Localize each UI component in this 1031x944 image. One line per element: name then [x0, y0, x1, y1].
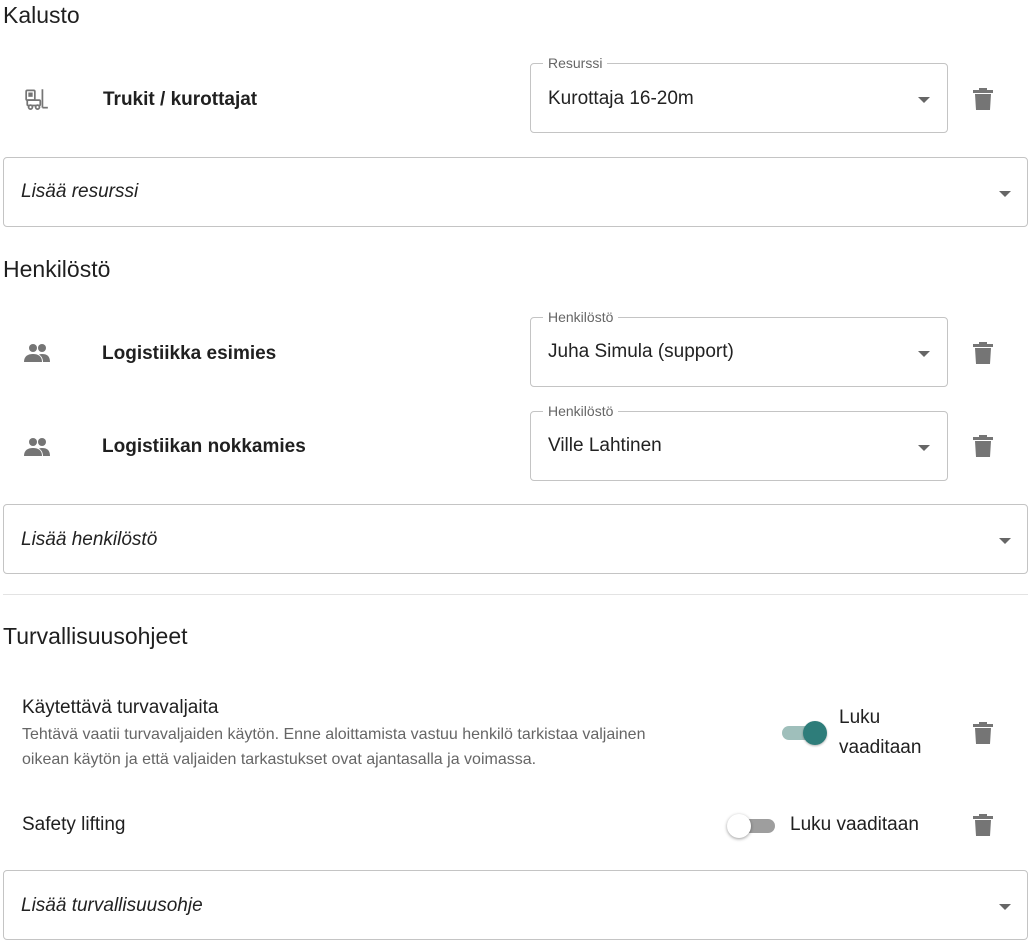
toggle-label: Luku vaaditaan [839, 703, 921, 763]
forklift-icon [24, 86, 50, 112]
section-title-equipment: Kalusto [3, 2, 80, 28]
chevron-down-icon [918, 445, 930, 451]
chevron-down-icon [999, 904, 1011, 910]
add-personnel-select[interactable]: Lisää henkilöstö [3, 504, 1028, 574]
chevron-down-icon [999, 191, 1011, 197]
section-title-personnel: Henkilöstö [3, 256, 111, 282]
read-required-toggle[interactable] [782, 720, 830, 746]
toggle-label-line: vaaditaan [839, 737, 922, 758]
toggle-label: Luku vaaditaan [790, 814, 919, 835]
read-required-toggle[interactable] [727, 814, 777, 840]
add-resource-select[interactable]: Lisää resurssi [3, 157, 1028, 227]
personnel-select[interactable]: Henkilöstö Juha Simula (support) [530, 309, 948, 387]
resource-select-value: Kurottaja 16-20m [548, 88, 694, 109]
delete-icon[interactable] [973, 722, 993, 744]
delete-icon[interactable] [973, 342, 993, 364]
personnel-select[interactable]: Henkilöstö Ville Lahtinen [530, 403, 948, 481]
personnel-row-label: Logistiikan nokkamies [102, 436, 306, 457]
add-personnel-placeholder: Lisää henkilöstö [21, 529, 158, 550]
personnel-select-value: Juha Simula (support) [548, 341, 734, 362]
personnel-select-value: Ville Lahtinen [548, 435, 662, 456]
delete-icon[interactable] [973, 814, 993, 836]
toggle-thumb [803, 721, 827, 745]
toggle-label-line: Luku [839, 707, 881, 728]
group-icon [23, 343, 51, 363]
delete-icon[interactable] [973, 88, 993, 110]
personnel-select-legend: Henkilöstö [543, 403, 619, 419]
personnel-select-legend: Henkilöstö [543, 309, 619, 325]
toggle-thumb [727, 814, 751, 838]
safety-item-title: Käytettävä turvavaljaita [22, 697, 219, 718]
delete-icon[interactable] [973, 435, 993, 457]
safety-description-line: Tehtävä vaatii turvavaljaiden käytön. En… [22, 726, 646, 743]
personnel-row-label: Logistiikka esimies [102, 343, 277, 364]
add-safety-placeholder: Lisää turvallisuusohje [21, 895, 203, 916]
section-divider [3, 594, 1028, 595]
equipment-row-label: Trukit / kurottajat [103, 89, 258, 110]
resource-select-legend: Resurssi [543, 55, 608, 71]
add-resource-placeholder: Lisää resurssi [21, 181, 139, 202]
resource-select[interactable]: Resurssi Kurottaja 16-20m [530, 55, 948, 133]
chevron-down-icon [918, 351, 930, 357]
chevron-down-icon [999, 538, 1011, 544]
safety-item-description: Tehtävä vaatii turvavaljaiden käytön. En… [22, 722, 762, 772]
safety-description-line: oikean käytön ja että valjaiden tarkastu… [22, 751, 537, 768]
add-safety-instruction-select[interactable]: Lisää turvallisuusohje [3, 870, 1028, 940]
safety-item-title: Safety lifting [22, 814, 126, 835]
chevron-down-icon [918, 97, 930, 103]
section-title-safety: Turvallisuusohjeet [3, 623, 188, 649]
group-icon [23, 437, 51, 457]
